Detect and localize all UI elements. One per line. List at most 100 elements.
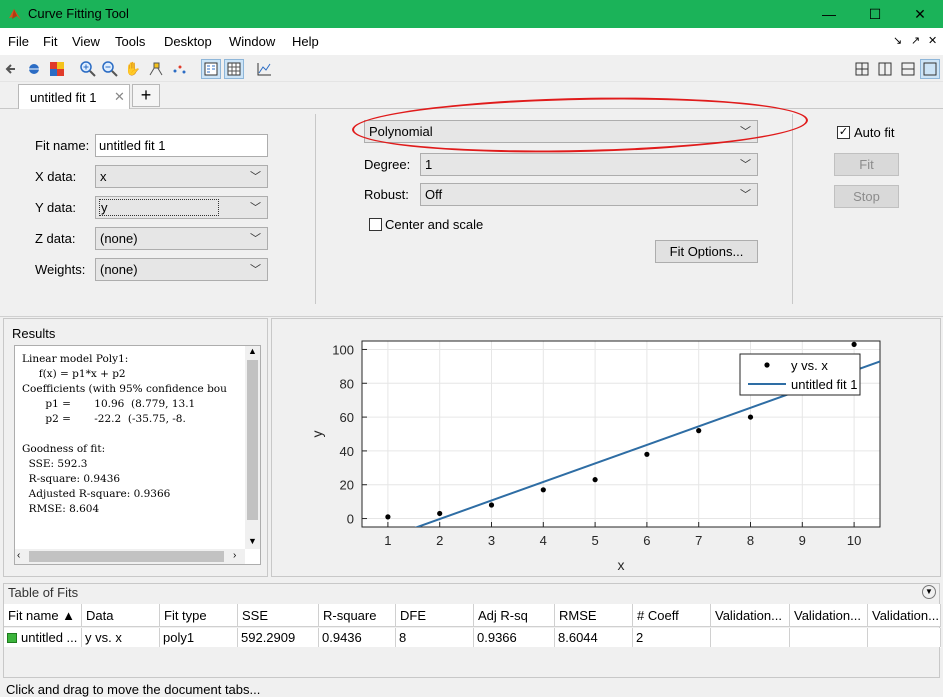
degree-select[interactable]: 1 ﹀ (420, 153, 758, 176)
data-point (488, 502, 495, 508)
scroll-thumb[interactable] (29, 551, 224, 562)
maximize-button[interactable]: ☐ (852, 0, 898, 28)
fit-button[interactable]: Fit (834, 153, 899, 176)
table-cell[interactable] (868, 628, 941, 647)
stop-button[interactable]: Stop (834, 185, 899, 208)
results-line: Coefficients (with 95% confidence bou (22, 383, 227, 395)
colormap-icon[interactable] (47, 59, 67, 79)
table-cell[interactable] (790, 628, 868, 647)
table-cell[interactable]: y vs. x (82, 628, 160, 647)
tab-label: untitled fit 1 (30, 90, 97, 105)
grid-toggle-icon[interactable] (224, 59, 244, 79)
matlab-logo-icon (9, 9, 21, 20)
results-line: Adjusted R-square: 0.9366 (22, 488, 171, 500)
toolbar: ✋ (0, 55, 943, 82)
close-doc-icon[interactable]: ✕ (928, 34, 937, 47)
menu-fit[interactable]: Fit (43, 34, 57, 49)
center-scale-checkbox[interactable] (369, 218, 382, 231)
z-data-select[interactable]: (none) ﹀ (95, 227, 268, 250)
menu-desktop[interactable]: Desktop (164, 34, 212, 49)
tab-untitled-fit-1[interactable]: untitled fit 1 ✕ (18, 84, 130, 109)
table-cell[interactable]: untitled ... (4, 628, 82, 647)
menu-tools[interactable]: Tools (115, 34, 145, 49)
exclude-outliers-icon[interactable] (169, 59, 189, 79)
x-tick-label: 8 (747, 533, 754, 548)
cell-value: 8.6044 (558, 630, 598, 645)
table-cell[interactable]: 0.9366 (474, 628, 555, 647)
fit-name-label: Fit name: (35, 138, 90, 153)
column-header[interactable]: Data (82, 604, 160, 627)
fit-name-input[interactable]: untitled fit 1 (95, 134, 268, 157)
legend-toggle-icon[interactable] (201, 59, 221, 79)
x-data-select[interactable]: x ﹀ (95, 165, 268, 188)
table-cell[interactable]: poly1 (160, 628, 238, 647)
title-bar: Curve Fitting Tool — ☐ ✕ (0, 0, 943, 28)
layout-grid-icon[interactable] (852, 59, 872, 79)
menu-help[interactable]: Help (292, 34, 319, 49)
x-tick-label: 9 (799, 533, 806, 548)
weights-select[interactable]: (none) ﹀ (95, 258, 268, 281)
table-cell[interactable]: 8 (396, 628, 474, 647)
results-text-area: Linear model Poly1: f(x) = p1*x + p2 Coef… (14, 345, 261, 565)
scroll-right-icon[interactable]: › (233, 550, 236, 561)
robust-select[interactable]: Off ﹀ (420, 183, 758, 206)
table-cell[interactable]: 592.2909 (238, 628, 319, 647)
table-cell[interactable]: 8.6044 (555, 628, 633, 647)
zoom-in-icon[interactable] (78, 59, 98, 79)
layout-rows-icon[interactable] (898, 59, 918, 79)
rotate-arrow-icon[interactable] (3, 59, 23, 79)
column-header[interactable]: SSE (238, 604, 319, 627)
results-title: Results (12, 326, 56, 341)
cell-value: 8 (399, 630, 407, 645)
x-tick-label: 3 (488, 533, 495, 548)
close-button[interactable]: ✕ (897, 0, 943, 28)
column-header[interactable]: Validation... (868, 604, 941, 627)
table-cell[interactable]: 0.9436 (319, 628, 396, 647)
collapse-panel-icon[interactable]: ▼ (922, 585, 936, 599)
layout-columns-icon[interactable] (875, 59, 895, 79)
divider (315, 114, 316, 304)
legend-label: y vs. x (791, 358, 828, 373)
column-header[interactable]: # Coeff (633, 604, 711, 627)
close-tab-icon[interactable]: ✕ (114, 89, 125, 105)
data-cursor-icon[interactable] (146, 59, 166, 79)
y-tick-label: 80 (340, 376, 354, 391)
menu-file[interactable]: File (8, 34, 29, 49)
scroll-down-icon[interactable]: ▼ (248, 536, 257, 546)
vertical-scrollbar[interactable]: ▲ ▼ (245, 346, 260, 549)
column-header[interactable]: Fit type (160, 604, 238, 627)
column-header[interactable]: Validation... (790, 604, 868, 627)
status-bar: Click and drag to move the document tabs… (0, 678, 943, 697)
column-header[interactable]: Adj R-sq (474, 604, 555, 627)
column-header[interactable]: Validation... (711, 604, 790, 627)
fit-plot[interactable]: 1 2 3 4 5 6 7 8 9 10020406080100xyy vs. xuntitled… (272, 319, 940, 576)
pan-hand-icon[interactable]: ✋ (123, 59, 143, 79)
column-header[interactable]: Fit name ▲ (4, 604, 82, 627)
auto-fit-checkbox[interactable]: ✓ (837, 126, 850, 139)
z-data-label: Z data: (35, 231, 76, 246)
axes-limits-icon[interactable] (254, 59, 274, 79)
table-cell[interactable]: 2 (633, 628, 711, 647)
weights-label: Weights: (35, 262, 86, 277)
dock-icon[interactable]: ↗ (911, 34, 920, 47)
column-header[interactable]: RMSE (555, 604, 633, 627)
y-data-select[interactable]: y ﹀ (95, 196, 268, 219)
fit-options-button[interactable]: Fit Options... (655, 240, 758, 263)
minimize-button[interactable]: — (806, 0, 852, 28)
undock-icon[interactable]: ↘ (893, 34, 902, 47)
status-text: Click and drag to move the document tabs… (6, 682, 261, 697)
layout-single-icon[interactable] (920, 59, 940, 79)
scroll-up-icon[interactable]: ▲ (248, 346, 257, 356)
scroll-thumb[interactable] (247, 360, 258, 520)
table-cell[interactable] (711, 628, 790, 647)
column-header[interactable]: DFE (396, 604, 474, 627)
horizontal-scrollbar[interactable]: ‹ › (15, 549, 245, 564)
cell-value: 2 (636, 630, 644, 645)
zoom-out-icon[interactable] (100, 59, 120, 79)
menu-view[interactable]: View (72, 34, 100, 49)
add-tab-button[interactable]: + (132, 84, 160, 107)
menu-window[interactable]: Window (229, 34, 275, 49)
column-header[interactable]: R-square (319, 604, 396, 627)
plot-fit-icon[interactable] (24, 59, 44, 79)
scroll-left-icon[interactable]: ‹ (17, 550, 20, 561)
